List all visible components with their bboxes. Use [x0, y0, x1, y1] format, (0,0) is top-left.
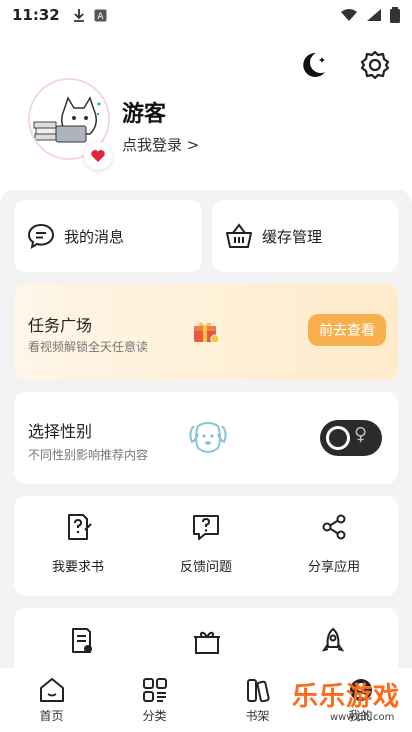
gender-title: 选择性别 [28, 422, 93, 441]
go-view-button[interactable]: 前去查看 [308, 314, 386, 346]
watermark-site: www.6lt.com [330, 712, 395, 723]
moon-icon [303, 52, 325, 77]
document-add-icon[interactable] [66, 626, 96, 656]
gender-subtitle: 不同性别影响推荐内容 [28, 448, 149, 462]
my-messages-label: 我的消息 [64, 227, 125, 246]
more-features-card [14, 608, 398, 668]
settings-button[interactable] [358, 48, 392, 82]
watermark-logo: 乐乐游戏 [292, 682, 401, 712]
profile-header: 游客 点我登录 > [0, 30, 412, 190]
tab-category[interactable]: 分类 [103, 668, 206, 732]
share-app-label: 分享应用 [307, 560, 360, 575]
status-bar: 11:32 A [0, 0, 412, 30]
heart-icon [91, 150, 105, 162]
my-messages-card[interactable]: 我的消息 [14, 200, 202, 272]
tab-home-label: 首页 [39, 709, 64, 723]
task-square-card[interactable]: 任务广场 看视频解锁全天任意读 前去查看 [14, 284, 398, 380]
book-request-button[interactable]: 我要求书 [14, 512, 142, 575]
category-icon [142, 678, 167, 702]
share-app-button[interactable]: 分享应用 [270, 512, 398, 575]
feedback-icon [193, 515, 219, 540]
message-icon [27, 223, 55, 250]
task-title: 任务广场 [28, 316, 93, 335]
wifi-icon [341, 9, 357, 21]
tab-bookshelf-label: 书架 [245, 709, 270, 723]
gender-card: 选择性别 不同性别影响推荐内容 ♀ [14, 392, 398, 484]
toggle-knob [326, 426, 350, 450]
task-subtitle: 看视频解锁全天任意读 [28, 340, 149, 354]
book-request-icon [68, 514, 92, 540]
content-panel: 我的消息 缓存管理 任务广场 看视频解锁全天任意读 前去查看 选择性别 不同性别… [0, 190, 412, 668]
feedback-label: 反馈问题 [179, 560, 232, 575]
cache-management-card[interactable]: 缓存管理 [212, 200, 398, 272]
gender-toggle[interactable]: ♀ [320, 420, 382, 456]
rocket-icon[interactable] [318, 626, 348, 656]
username: 游客 [122, 102, 167, 127]
gift-icon [194, 322, 220, 344]
app-notification-icon: A [94, 9, 107, 22]
gift-box-icon[interactable] [192, 626, 222, 656]
share-icon [322, 514, 346, 540]
basket-icon [226, 223, 252, 248]
book-request-label: 我要求书 [51, 560, 104, 575]
heart-badge [84, 142, 112, 170]
login-link[interactable]: 点我登录 > [122, 134, 199, 155]
download-icon [73, 9, 84, 22]
gear-icon [360, 50, 390, 80]
battery-icon [390, 7, 400, 23]
home-icon [39, 678, 64, 702]
female-symbol-icon: ♀ [354, 424, 368, 445]
dog-icon [189, 422, 227, 453]
tab-category-label: 分类 [142, 709, 167, 723]
cache-management-label: 缓存管理 [262, 227, 323, 246]
bookshelf-icon [246, 679, 270, 703]
feedback-button[interactable]: 反馈问题 [142, 512, 270, 575]
svg-text:A: A [97, 12, 104, 22]
signal-icon [367, 9, 381, 21]
features-card: 我要求书 反馈问题 分享应用 [14, 496, 398, 596]
night-mode-button[interactable] [296, 48, 330, 82]
tab-home[interactable]: 首页 [0, 668, 103, 732]
status-time: 11:32 [12, 6, 60, 24]
